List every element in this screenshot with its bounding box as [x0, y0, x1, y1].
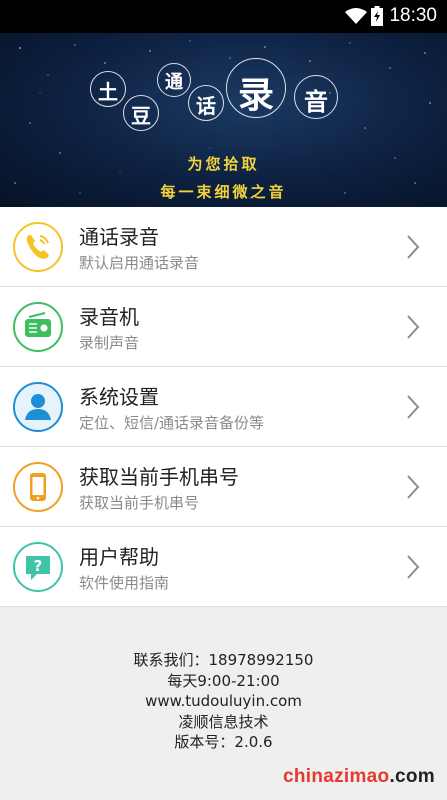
menu-item-title: 录音机	[79, 305, 139, 329]
contact-text: 联系我们：18978992150	[133, 651, 314, 669]
status-time: 18:30	[389, 5, 437, 26]
user-icon	[13, 382, 63, 432]
smartphone-icon	[13, 462, 63, 512]
hours-text: 每天9:00-21:00	[167, 671, 280, 690]
logo-char: 音	[304, 87, 328, 116]
slogan-line-2: 每一束细微之音	[160, 183, 287, 201]
watermark-suffix: .com	[389, 766, 435, 787]
menu-item-subtitle: 获取当前手机串号	[79, 494, 200, 512]
logo-char: 话	[196, 94, 216, 118]
header-banner: 土 豆 通 话 录 音 为您拾取 每一束细微之音	[0, 33, 447, 207]
battery-charging-icon	[371, 6, 383, 26]
website-link[interactable]: www.tudouluyin.com	[0, 691, 447, 712]
menu-item-title: 获取当前手机串号	[79, 465, 239, 489]
menu-item-subtitle: 软件使用指南	[79, 574, 170, 592]
menu-item-imei[interactable]: 获取当前手机串号 获取当前手机串号	[0, 447, 447, 527]
chevron-right-icon	[407, 475, 420, 499]
logo-char: 土	[98, 80, 118, 104]
menu-item-settings[interactable]: 系统设置 定位、短信/通话录音备份等	[0, 367, 447, 447]
chevron-right-icon	[407, 235, 420, 259]
chevron-right-icon	[407, 315, 420, 339]
menu-item-subtitle: 录制声音	[79, 334, 140, 352]
watermark: chinazimao.com	[283, 766, 435, 788]
menu-item-call-recording[interactable]: 通话录音 默认启用通话录音	[0, 207, 447, 287]
menu-item-title: 用户帮助	[79, 545, 159, 569]
help-icon: ?	[13, 542, 63, 592]
phone-icon	[13, 222, 63, 272]
chevron-right-icon	[407, 395, 420, 419]
logo-char: 豆	[131, 104, 151, 128]
logo-char: 录	[237, 74, 274, 116]
menu-list: 通话录音 默认启用通话录音 录音机 录制声音 系统设置 定位、短信/通话录音备份…	[0, 207, 447, 607]
chevron-right-icon	[407, 555, 420, 579]
menu-item-subtitle: 定位、短信/通话录音备份等	[79, 414, 265, 432]
svg-text:?: ?	[34, 557, 43, 575]
menu-item-title: 通话录音	[79, 225, 159, 249]
menu-item-recorder[interactable]: 录音机 录制声音	[0, 287, 447, 367]
menu-item-title: 系统设置	[79, 385, 159, 409]
logo-char: 通	[165, 72, 183, 93]
status-bar: 18:30	[0, 0, 447, 33]
menu-item-help[interactable]: ? 用户帮助 软件使用指南	[0, 527, 447, 607]
radio-icon	[13, 302, 63, 352]
company-name: 凌顺信息技术	[178, 712, 269, 731]
menu-item-subtitle: 默认启用通话录音	[79, 254, 200, 272]
version-text: 版本号：2.0.6	[174, 733, 273, 751]
slogan-line-1: 为您拾取	[187, 155, 260, 173]
footer-info: 联系我们：18978992150 每天9:00-21:00 www.tudoul…	[0, 650, 447, 753]
wifi-icon	[345, 8, 367, 24]
watermark-text: chinazimao	[282, 766, 390, 787]
